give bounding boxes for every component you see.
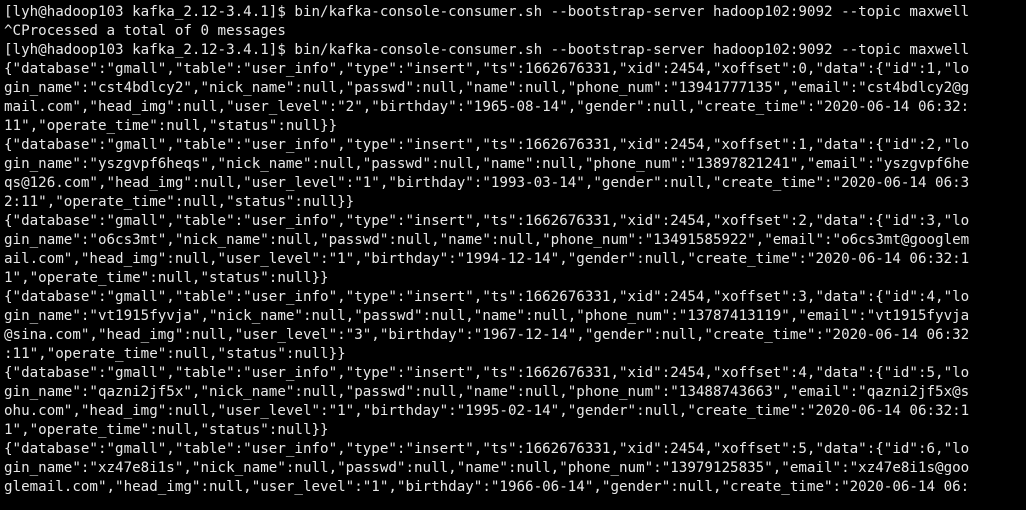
json-output-line: mail.com","head_img":null,"user_level":"… — [4, 99, 970, 115]
json-output-line: {"database":"gmall","table":"user_info",… — [4, 213, 970, 229]
json-output-line: :11","operate_time":null,"status":null}} — [4, 346, 346, 362]
json-output-line: gin_name":"qazni2jf5x","nick_name":null,… — [4, 384, 970, 400]
json-output-line: gin_name":"yszgvpf6heqs","nick_name":nul… — [4, 156, 970, 172]
json-output-line: gin_name":"vt1915fyvja","nick_name":null… — [4, 308, 970, 324]
json-output-line: ohu.com","head_img":null,"user_level":"1… — [4, 403, 970, 419]
json-output-line: gin_name":"o6cs3mt","nick_name":null,"pa… — [4, 232, 970, 248]
json-output-line: {"database":"gmall","table":"user_info",… — [4, 289, 970, 305]
output-line: ^CProcessed a total of 0 messages — [4, 23, 286, 39]
prompt-command-line: [lyh@hadoop103 kafka_2.12-3.4.1]$ bin/ka… — [4, 4, 970, 20]
json-output-line: ail.com","head_img":null,"user_level":"1… — [4, 251, 970, 267]
terminal-window[interactable]: [lyh@hadoop103 kafka_2.12-3.4.1]$ bin/ka… — [0, 0, 1026, 510]
json-output-line: 1","operate_time":null,"status":null}} — [4, 270, 329, 286]
json-output-line: glemail.com","head_img":null,"user_level… — [4, 479, 970, 495]
json-output-line: gin_name":"cst4bdlcy2","nick_name":null,… — [4, 80, 970, 96]
json-output-line: qs@126.com","head_img":null,"user_level"… — [4, 175, 970, 191]
json-output-line: {"database":"gmall","table":"user_info",… — [4, 365, 970, 381]
json-output-line: gin_name":"xz47e8i1s","nick_name":null,"… — [4, 460, 970, 476]
prompt-command-line: [lyh@hadoop103 kafka_2.12-3.4.1]$ bin/ka… — [4, 42, 970, 58]
json-output-line: @sina.com","head_img":null,"user_level":… — [4, 327, 970, 343]
json-output-line: 1","operate_time":null,"status":null}} — [4, 422, 329, 438]
json-output-line: 11","operate_time":null,"status":null}} — [4, 118, 338, 134]
json-output-line: 2:11","operate_time":null,"status":null}… — [4, 194, 355, 210]
json-output-line: {"database":"gmall","table":"user_info",… — [4, 441, 970, 457]
json-output-line: {"database":"gmall","table":"user_info",… — [4, 137, 970, 153]
json-output-line: {"database":"gmall","table":"user_info",… — [4, 61, 970, 77]
